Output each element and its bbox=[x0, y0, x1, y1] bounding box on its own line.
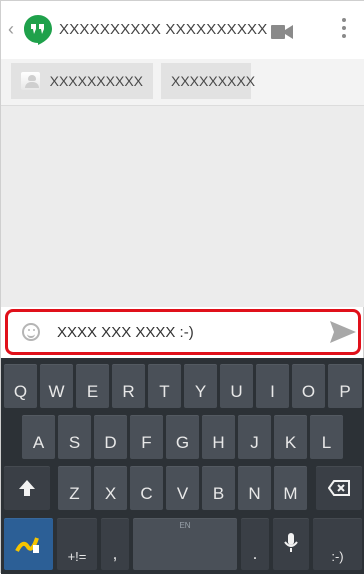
overflow-menu-icon[interactable] bbox=[341, 15, 347, 43]
comma-key[interactable]: , bbox=[101, 518, 129, 570]
key-m[interactable]: M bbox=[274, 466, 307, 510]
shift-key[interactable] bbox=[4, 466, 50, 510]
message-input[interactable]: XXXX XXX XXXX :-) bbox=[57, 324, 194, 341]
key-f[interactable]: F bbox=[130, 415, 163, 459]
key-e[interactable]: E bbox=[76, 364, 109, 408]
period-key[interactable]: . bbox=[241, 518, 269, 570]
key-p[interactable]: P bbox=[328, 364, 362, 408]
avatar bbox=[21, 72, 40, 90]
backspace-key[interactable] bbox=[316, 466, 362, 510]
compose-bar[interactable]: XXXX XXX XXXX :-) bbox=[5, 309, 361, 355]
key-c[interactable]: C bbox=[130, 466, 163, 510]
key-q[interactable]: Q bbox=[4, 364, 37, 408]
back-arrow-icon[interactable]: ‹ bbox=[8, 19, 18, 39]
key-l[interactable]: L bbox=[310, 415, 343, 459]
participant-name: XXXXXXXXX bbox=[171, 73, 256, 89]
message-list bbox=[1, 106, 364, 307]
key-z[interactable]: Z bbox=[58, 466, 91, 510]
conversation-title: XXXXXXXXXX XXXXXXXXXX bbox=[59, 21, 268, 38]
key-w[interactable]: W bbox=[40, 364, 73, 408]
key-k[interactable]: K bbox=[274, 415, 307, 459]
key-o[interactable]: O bbox=[292, 364, 325, 408]
backspace-icon bbox=[328, 480, 350, 496]
microphone-icon bbox=[284, 533, 298, 552]
key-n[interactable]: N bbox=[238, 466, 271, 510]
onscreen-keyboard: Q W E R T Y U I O P A S D F G H J K L Z … bbox=[1, 358, 364, 574]
key-u[interactable]: U bbox=[220, 364, 253, 408]
swype-key[interactable] bbox=[4, 518, 53, 570]
video-call-icon[interactable] bbox=[271, 25, 293, 39]
space-key[interactable]: EN bbox=[133, 518, 237, 570]
participant-name: XXXXXXXXXX bbox=[49, 73, 143, 89]
app-window: ‹ XXXXXXXXXX XXXXXXXXXX XXXXXXXXXX XXXXX… bbox=[0, 0, 364, 574]
participant-chip[interactable]: XXXXXXXXX bbox=[161, 63, 255, 99]
shift-icon bbox=[19, 480, 35, 496]
key-j[interactable]: J bbox=[238, 415, 271, 459]
key-a[interactable]: A bbox=[22, 415, 55, 459]
key-r[interactable]: R bbox=[112, 364, 145, 408]
participant-chip[interactable]: XXXXXXXXXX bbox=[11, 63, 153, 99]
key-v[interactable]: V bbox=[166, 466, 199, 510]
key-h[interactable]: H bbox=[202, 415, 235, 459]
key-y[interactable]: Y bbox=[184, 364, 217, 408]
key-d[interactable]: D bbox=[94, 415, 127, 459]
key-t[interactable]: T bbox=[148, 364, 181, 408]
smiley-key[interactable]: :-) bbox=[313, 518, 362, 570]
voice-input-key[interactable] bbox=[273, 518, 309, 570]
conversation-header: ‹ XXXXXXXXXX XXXXXXXXXX bbox=[1, 1, 364, 60]
key-g[interactable]: G bbox=[166, 415, 199, 459]
participants-bar: XXXXXXXXXX XXXXXXXXX bbox=[1, 59, 364, 106]
hangouts-icon[interactable] bbox=[22, 13, 54, 45]
key-s[interactable]: S bbox=[58, 415, 91, 459]
send-icon[interactable] bbox=[330, 321, 356, 343]
key-b[interactable]: B bbox=[202, 466, 235, 510]
emoji-icon[interactable] bbox=[22, 323, 40, 341]
swype-icon bbox=[15, 537, 39, 553]
key-i[interactable]: I bbox=[256, 364, 289, 408]
symbols-key[interactable]: +!= bbox=[57, 518, 97, 570]
key-x[interactable]: X bbox=[94, 466, 127, 510]
